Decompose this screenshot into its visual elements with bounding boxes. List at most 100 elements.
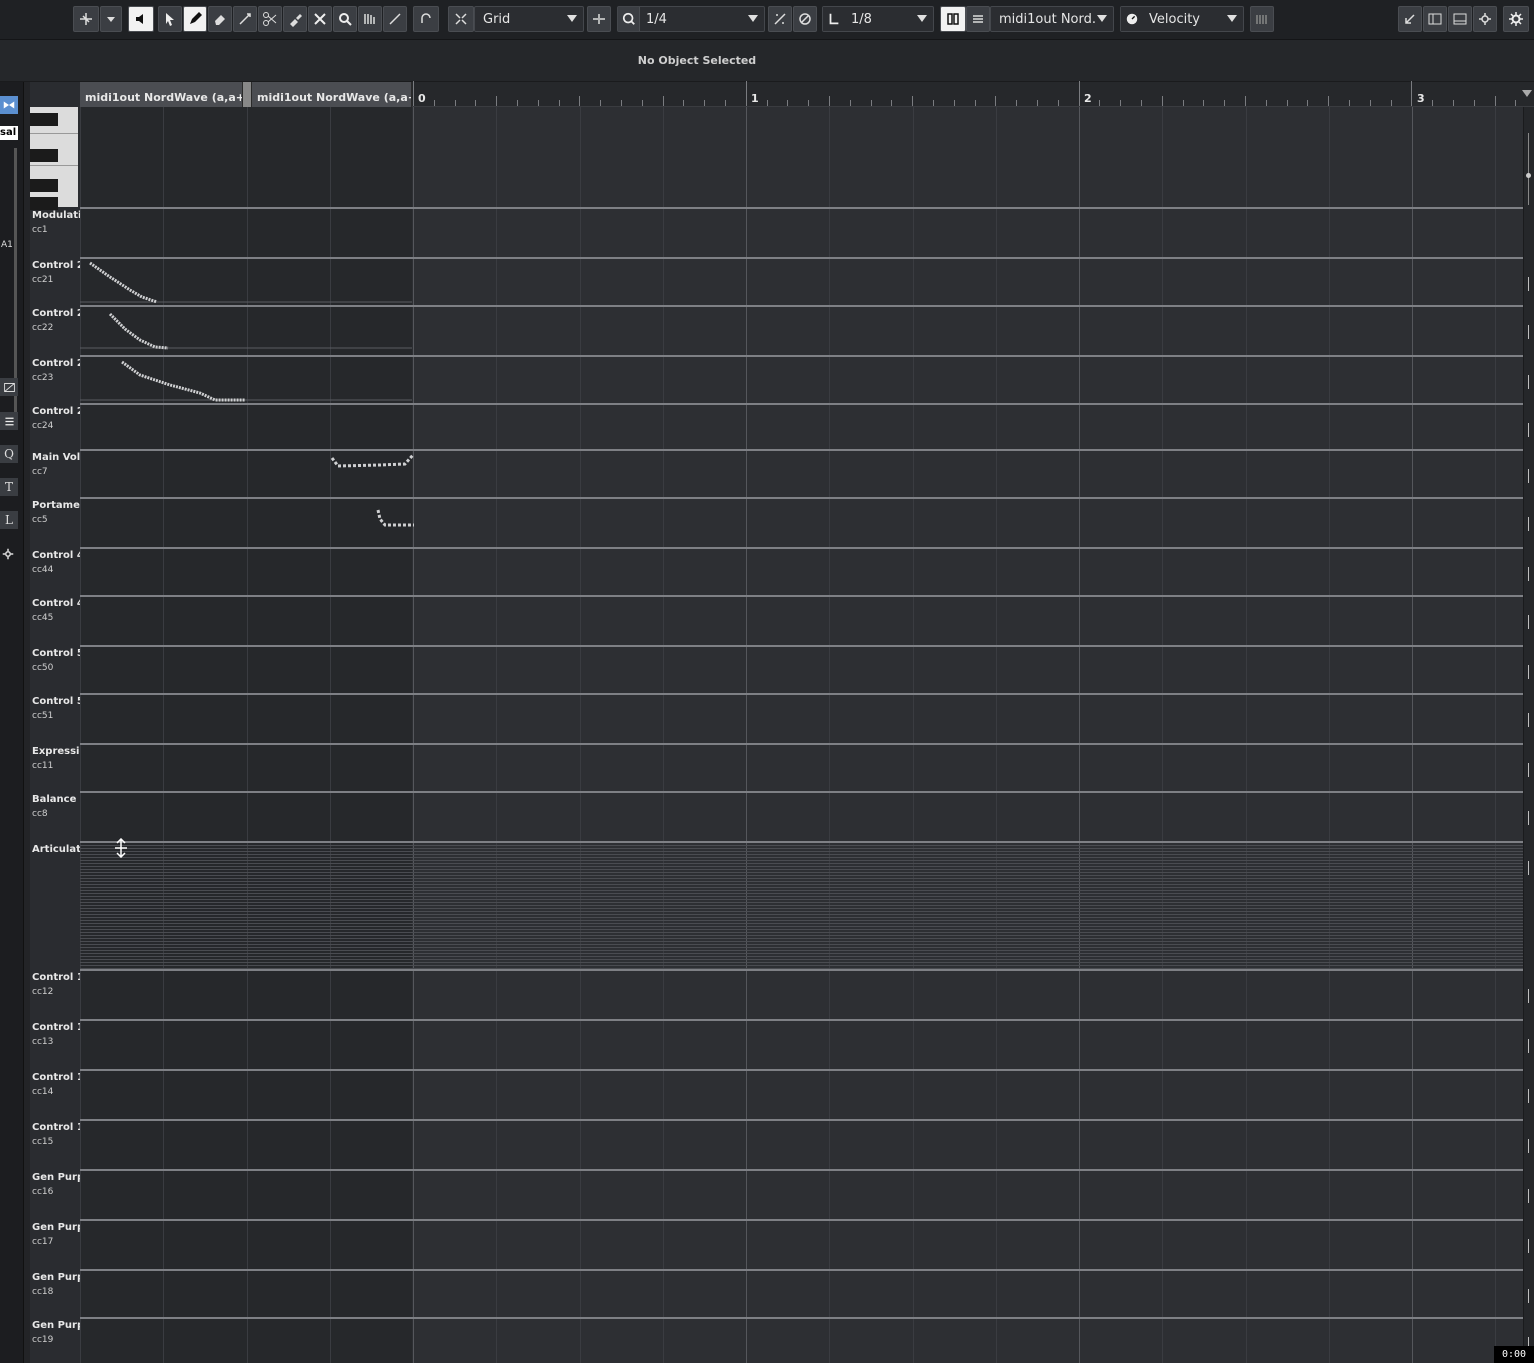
lane-header[interactable]: Gen Purp cc19 xyxy=(32,1319,80,1347)
right-scroll-strip[interactable] xyxy=(1523,107,1534,1363)
ruler-tick xyxy=(1037,100,1038,106)
lane-header[interactable]: Control 21 cc21 xyxy=(32,259,80,287)
ruler-tick xyxy=(475,100,476,106)
transpose-panel-button[interactable]: T xyxy=(0,478,18,496)
ruler-tick xyxy=(1474,100,1475,106)
lane-cc-number: cc24 xyxy=(32,421,54,431)
auto-scroll-icon[interactable] xyxy=(413,6,439,32)
lane-header[interactable]: Control 24 cc24 xyxy=(32,405,80,433)
lane-header[interactable]: Main Volu cc7 xyxy=(32,451,80,479)
snap-mode-select[interactable]: Grid xyxy=(474,6,584,32)
inspector-tab-icon[interactable] xyxy=(0,96,18,114)
lane-header[interactable]: Control 45 cc45 xyxy=(32,597,80,625)
snap-icon[interactable] xyxy=(448,6,474,32)
bar-label-1: 1 xyxy=(751,92,759,105)
bar-label-2: 2 xyxy=(1084,92,1092,105)
editor-settings-icon[interactable] xyxy=(1473,6,1497,32)
show-part-borders-icon[interactable] xyxy=(966,6,990,32)
lane-header[interactable]: Articulatio xyxy=(32,843,80,857)
lane-name: Gen Purp xyxy=(32,1272,80,1283)
iterative-quantize-icon[interactable] xyxy=(768,6,792,32)
acoustic-feedback-icon[interactable] xyxy=(128,6,154,32)
gear-icon[interactable] xyxy=(1503,6,1529,32)
zoom-handle[interactable] xyxy=(1526,173,1531,178)
ruler-tick xyxy=(1079,81,1080,106)
ruler-options-chevron-icon[interactable] xyxy=(1522,90,1532,97)
controller-events[interactable] xyxy=(80,107,1523,1363)
lane-header[interactable]: Control 13 cc13 xyxy=(32,1021,80,1049)
window-layout-arrow-icon[interactable] xyxy=(1398,6,1422,32)
ruler-tick xyxy=(829,96,830,106)
lane-header[interactable]: Control 44 cc44 xyxy=(32,549,80,577)
piano-keyboard[interactable] xyxy=(30,107,78,210)
quantize-panel-button[interactable]: Q xyxy=(0,445,18,463)
length-quantize-select[interactable]: 1/8 xyxy=(822,6,934,32)
lane-header-gutter xyxy=(24,82,30,1363)
erase-tool-icon[interactable] xyxy=(208,6,232,32)
mute-tool-icon[interactable] xyxy=(308,6,332,32)
black-key[interactable] xyxy=(30,113,58,126)
lane-header[interactable]: Gen Purp cc16 xyxy=(32,1171,80,1199)
quantize-preset-icon[interactable] xyxy=(793,6,817,32)
solo-editor-icon[interactable] xyxy=(73,6,99,32)
lane-header[interactable]: Control 51 cc51 xyxy=(32,695,80,723)
lane-header[interactable]: Control 12 cc12 xyxy=(32,971,80,999)
lane-header[interactable]: Control 22 cc22 xyxy=(32,307,80,335)
lane-cc-number: cc45 xyxy=(32,613,54,623)
black-key[interactable] xyxy=(30,179,58,192)
ruler-tick xyxy=(579,96,580,106)
vertical-zoom-slider[interactable] xyxy=(1528,133,1529,205)
toggle-inspector-icon[interactable] xyxy=(1423,6,1447,32)
chevron-down-icon xyxy=(1097,15,1107,22)
glue-tool-icon[interactable] xyxy=(283,6,307,32)
lane-header[interactable]: Portament cc5 xyxy=(32,499,80,527)
lane-header[interactable]: Control 14 cc14 xyxy=(32,1071,80,1099)
lane-name: Control 50 xyxy=(32,648,80,659)
controller-select-value: Velocity xyxy=(1149,11,1200,27)
chord-track-icon[interactable] xyxy=(0,378,18,396)
lane-header[interactable]: Control 50 cc50 xyxy=(32,647,80,675)
lane-header[interactable]: Gen Purp cc17 xyxy=(32,1221,80,1249)
split-tool-icon[interactable] xyxy=(258,6,282,32)
lane-cc-number: cc1 xyxy=(32,225,48,235)
lane-header[interactable]: Expression cc11 xyxy=(32,745,80,773)
ruler-tick xyxy=(975,100,976,106)
lane-cc-number: cc17 xyxy=(32,1237,54,1247)
snap-to-zero-icon[interactable] xyxy=(587,6,611,32)
ruler[interactable]: midi1out NordWave (a,a+b) midi1out NordW… xyxy=(80,81,1534,107)
controller-select[interactable]: Velocity xyxy=(1120,6,1244,32)
toggle-lower-zone-icon[interactable] xyxy=(1448,6,1472,32)
controller-icon xyxy=(1121,7,1143,31)
step-input-icon[interactable] xyxy=(1250,6,1274,32)
mixer-icon[interactable] xyxy=(0,412,18,430)
line-tool-icon[interactable] xyxy=(358,6,382,32)
edit-active-part-icon[interactable] xyxy=(940,6,966,32)
lane-name: Portament xyxy=(32,500,80,511)
length-panel-button[interactable]: L xyxy=(0,511,18,529)
quantize-select[interactable]: 1/4 xyxy=(617,6,765,32)
controller-lanes-grid[interactable] xyxy=(80,107,1523,1363)
part-header-1[interactable]: midi1out NordWave (a,a+b) xyxy=(80,82,243,107)
ruler-tick xyxy=(538,100,539,106)
ruler-tick xyxy=(1224,100,1225,106)
chevron-down-icon xyxy=(917,15,927,22)
zoom-tool-icon[interactable] xyxy=(333,6,357,32)
draw-line-icon[interactable] xyxy=(383,6,407,32)
part-header-2[interactable]: midi1out NordWave (a,a+b) xyxy=(252,82,412,107)
settings-gear-icon[interactable] xyxy=(2,545,14,564)
lane-header[interactable]: Gen Purp cc18 xyxy=(32,1271,80,1299)
trim-tool-icon[interactable] xyxy=(233,6,257,32)
lane-header[interactable]: Modulatio cc1 xyxy=(32,209,80,237)
lane-header[interactable]: Control 15 cc15 xyxy=(32,1121,80,1149)
cc22-ramp xyxy=(108,312,169,350)
solo-dropdown-button[interactable] xyxy=(100,6,122,32)
ruler-tick xyxy=(933,100,934,106)
lane-header[interactable]: Balance cc8 xyxy=(32,793,80,821)
ruler-tick xyxy=(600,100,601,106)
black-key[interactable] xyxy=(30,149,58,162)
object-selection-tool-icon[interactable] xyxy=(158,6,182,32)
track-select[interactable]: midi1out Nord. xyxy=(990,6,1114,32)
chevron-down-icon xyxy=(1227,15,1237,22)
lane-header[interactable]: Control 23 cc23 xyxy=(32,357,80,385)
draw-tool-icon[interactable] xyxy=(183,6,207,32)
